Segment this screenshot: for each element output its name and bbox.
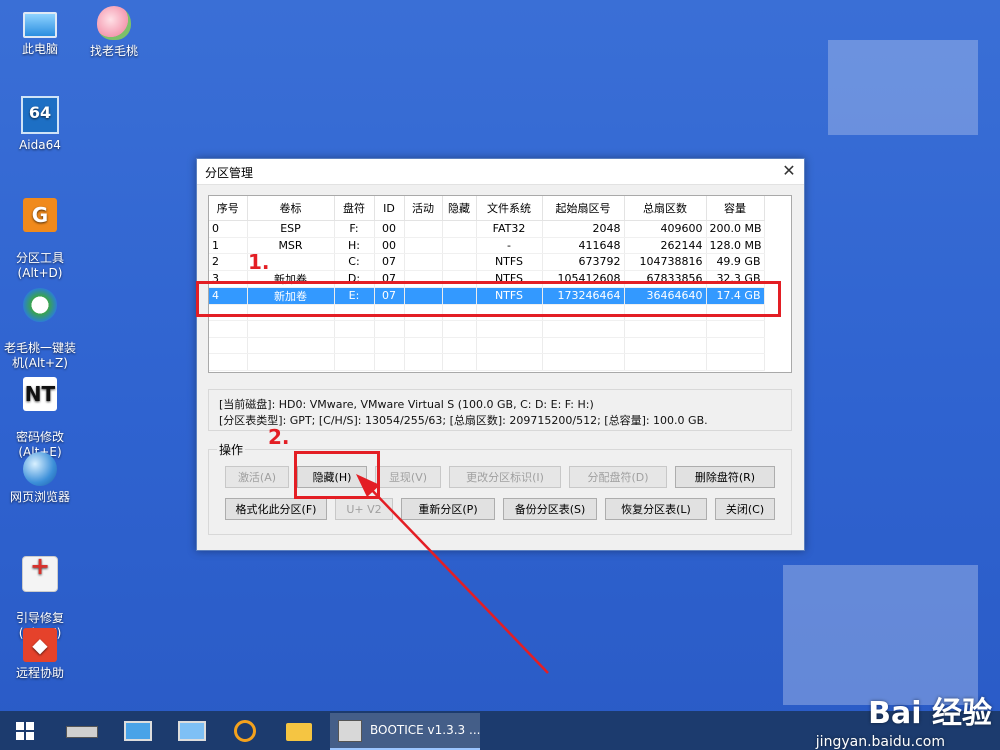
bootice-icon [338,720,362,742]
taskbar-app-label: BOOTICE v1.3.3 ... [370,723,481,737]
watermark-brand: Bai 经验 [868,696,992,731]
search-tool-icon[interactable] [226,715,264,746]
memory-chip-icon[interactable] [62,715,100,746]
desktop-screen-icon[interactable] [172,715,210,746]
start-button[interactable] [10,715,48,746]
taskbar-app-bootice[interactable]: BOOTICE v1.3.3 ... [330,713,480,750]
pointer-arrow [356,474,549,674]
folder-icon[interactable] [280,715,318,746]
monitor-icon[interactable] [118,715,156,746]
watermark-url: jingyan.baidu.com [815,734,945,750]
